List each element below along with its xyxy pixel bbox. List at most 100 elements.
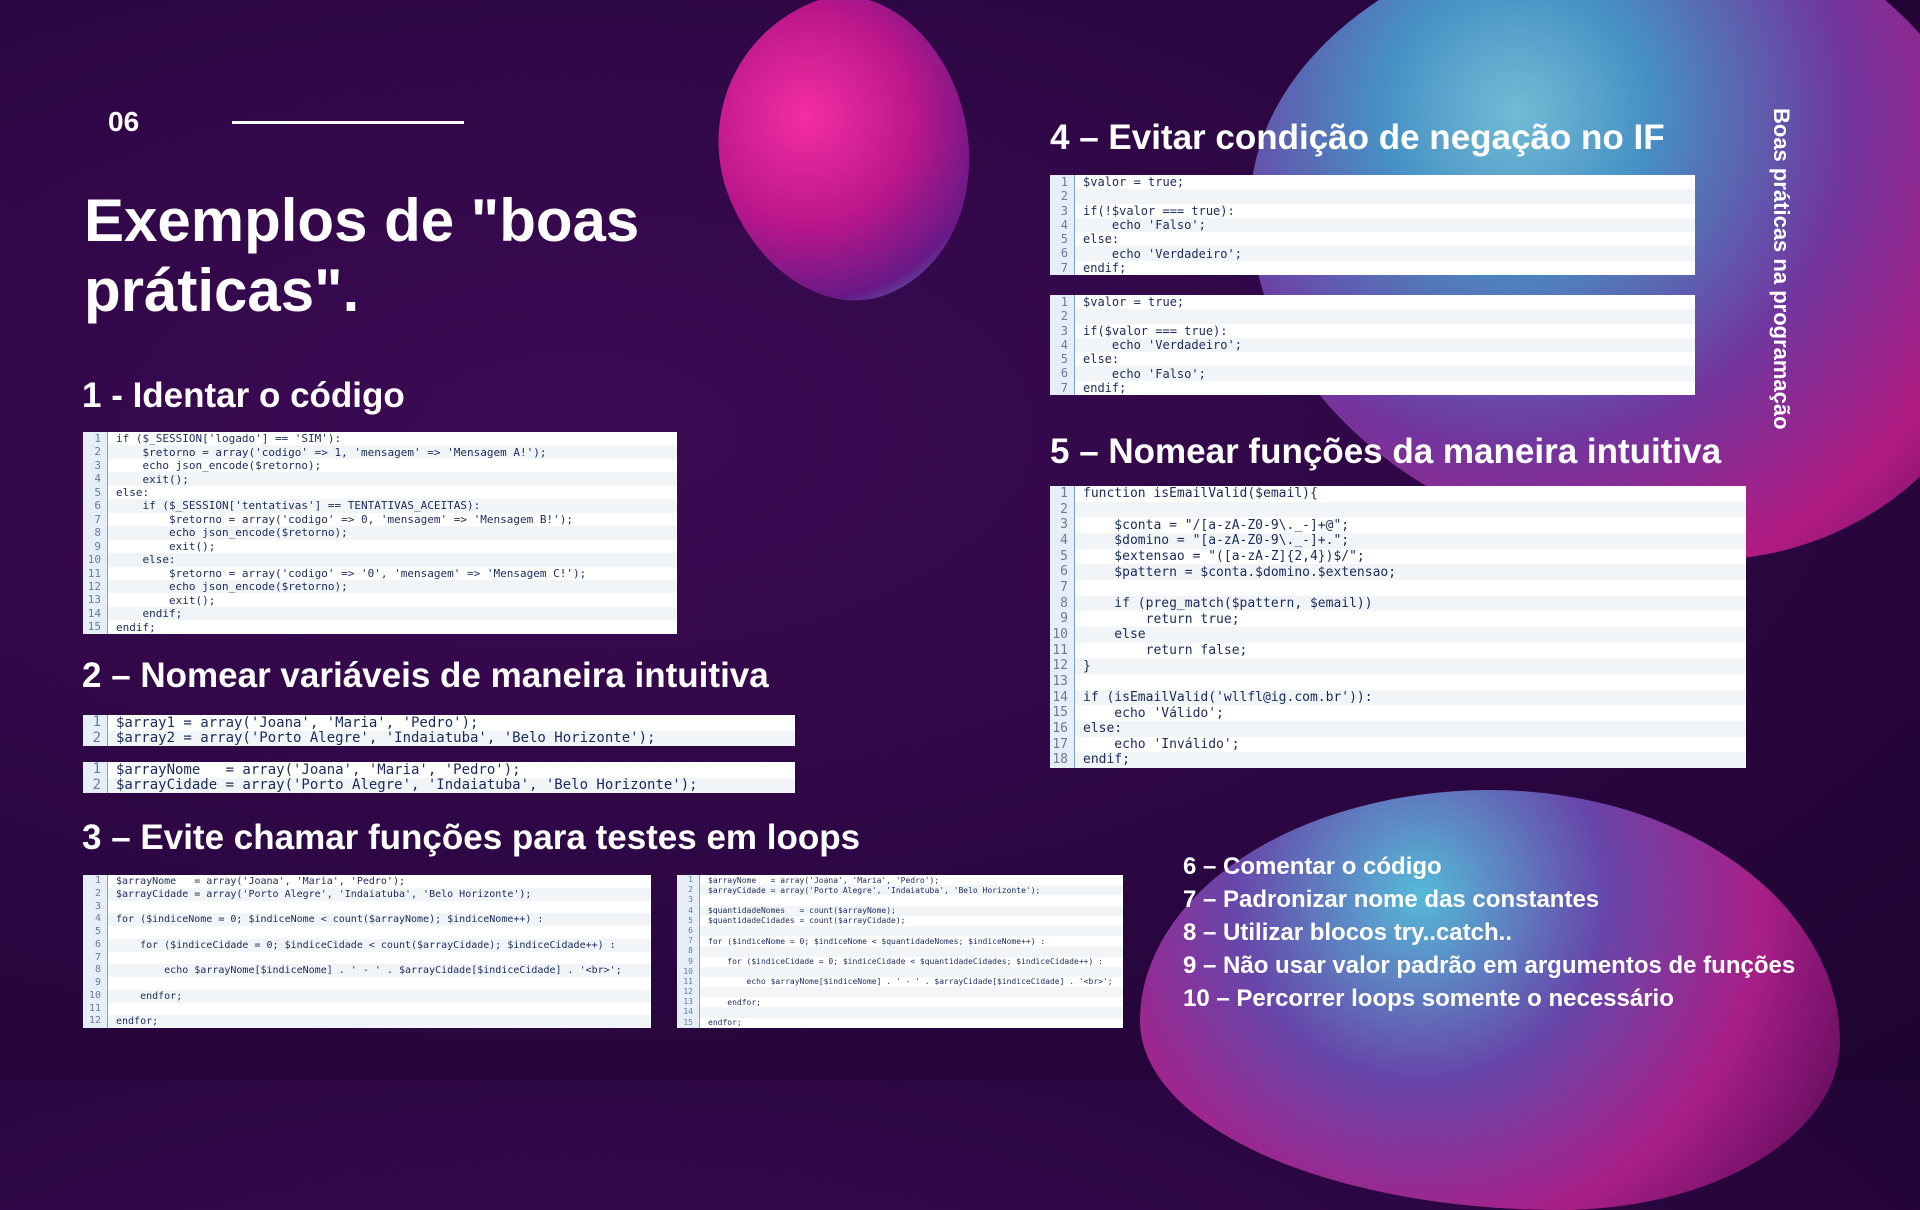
- line-number: 1: [83, 432, 108, 446]
- line-number: 6: [83, 499, 108, 513]
- line-number: 13: [1050, 673, 1075, 690]
- code-line: 8: [677, 946, 1123, 957]
- code-text: $conta = "/[a-zA-Z0-9\._-]+@";: [1083, 517, 1350, 533]
- line-number: 11: [1050, 642, 1075, 659]
- line-number: 5: [83, 926, 108, 939]
- code-line: 12 endfor;: [83, 1015, 651, 1028]
- code-line: 1 $arrayNome = array('Joana', 'Maria', 'P…: [677, 875, 1123, 886]
- code-line: 5 else:: [83, 485, 677, 500]
- line-number: 18: [1050, 752, 1075, 768]
- code-text: }: [1083, 658, 1091, 674]
- code-text: $retorno = array('codigo' => 1, 'mensage…: [116, 445, 547, 459]
- code-line: 6 $pattern = $conta.$domino.$extensao;: [1050, 564, 1746, 580]
- line-number: 15: [677, 1017, 700, 1028]
- line-number: 2: [83, 887, 108, 901]
- line-number: 7: [677, 936, 700, 947]
- code-sample-positive-if: 1 $valor = true; 2 3 if($valor === true): 4 e…: [1050, 295, 1695, 395]
- code-sample-indentation: 1 if ($_SESSION['logado'] == 'SIM'): 2 $re…: [83, 432, 677, 634]
- line-number: 5: [83, 485, 108, 500]
- list-item: 10 – Percorrer loops somente o necessári…: [1183, 985, 1674, 1012]
- line-number: 7: [1050, 380, 1075, 395]
- line-number: 3: [1050, 203, 1075, 218]
- code-text: $arrayCidade = array('Porto Alegre', 'In…: [708, 885, 1041, 895]
- code-text: if ($_SESSION['logado'] == 'SIM'):: [116, 432, 342, 446]
- code-text: echo json_encode($retorno);: [116, 459, 322, 473]
- code-line: 2 $arrayCidade = array('Porto Alegre', 'I…: [83, 777, 795, 793]
- line-number: 5: [1050, 548, 1075, 565]
- code-line: 9 for ($indiceCidade = 0; $indiceCidade …: [677, 956, 1123, 967]
- code-line: 6 echo 'Verdadeiro';: [1050, 246, 1695, 261]
- line-number: 15: [1050, 705, 1075, 721]
- line-number: 14: [83, 606, 108, 621]
- line-number: 10: [83, 553, 108, 567]
- code-sample-negated-if: 1 $valor = true; 2 3 if(!$valor === true): 4 …: [1050, 175, 1695, 275]
- code-line: 2 $retorno = array('codigo' => 1, 'mensa…: [83, 445, 677, 459]
- code-text: $arrayNome = array('Joana', 'Maria', 'Pe…: [116, 762, 521, 778]
- code-line: 1 $valor = true;: [1050, 175, 1695, 190]
- code-line: 8 echo json_encode($retorno);: [83, 526, 677, 540]
- code-text: exit();: [116, 539, 216, 553]
- page-title: Exemplos de "boas práticas".: [84, 187, 640, 324]
- line-number: 8: [83, 964, 108, 977]
- code-line: 10 else:: [83, 553, 677, 567]
- code-text: $retorno = array('codigo' => '0', 'mensa…: [116, 566, 587, 580]
- line-number: 1: [1050, 175, 1075, 190]
- code-line: 14: [677, 1007, 1123, 1018]
- line-number: 2: [1050, 501, 1075, 518]
- line-number: 10: [677, 966, 700, 977]
- code-line: 7 endif;: [1050, 260, 1695, 275]
- code-text: $arrayNome = array('Joana', 'Maria', 'Pe…: [708, 875, 940, 885]
- line-number: 12: [677, 987, 700, 998]
- code-line: 6: [677, 925, 1123, 937]
- code-sample-loop-with-function-calls: 1 $arrayNome = array('Joana', 'Maria', 'P…: [83, 875, 651, 1028]
- list-item: 7 – Padronizar nome das constantes: [1183, 886, 1600, 913]
- line-number: 1: [83, 875, 108, 888]
- line-number: 15: [83, 620, 108, 634]
- code-text: exit();: [116, 593, 216, 607]
- line-number: 9: [1050, 611, 1075, 627]
- line-number: 1: [83, 715, 108, 731]
- code-line: 1 $arrayNome = array('Joana', 'Maria', 'P…: [83, 875, 651, 888]
- line-number: 3: [1050, 323, 1075, 338]
- code-line: 1 $valor = true;: [1050, 295, 1695, 310]
- section-heading-5: 5 – Nomear funções da maneira intuitiva: [1050, 432, 1722, 471]
- line-number: 4: [1050, 337, 1075, 353]
- line-number: 11: [83, 1002, 108, 1016]
- code-sample-intuitive-function-name: 1 function isEmailValid($email){2 3 $conta…: [1050, 486, 1746, 768]
- code-line: 10: [677, 966, 1123, 977]
- code-text: else: [1083, 627, 1146, 643]
- list-item: 8 – Utilizar blocos try..catch..: [1183, 919, 1512, 946]
- code-text: echo 'Falso';: [1083, 366, 1206, 381]
- code-line: 3: [83, 900, 651, 914]
- code-text: for ($indiceCidade = 0; $indiceCidade < …: [708, 957, 1103, 967]
- line-number: 9: [83, 977, 108, 990]
- line-number: 2: [1050, 189, 1075, 204]
- code-text: $valor = true;: [1083, 175, 1185, 190]
- code-line: 7 endif;: [1050, 380, 1695, 395]
- line-number: 9: [677, 956, 700, 967]
- code-line: 4 for ($indiceNome = 0; $indiceNome < cou…: [83, 913, 651, 926]
- slide-number-underline: [232, 121, 464, 124]
- line-number: 13: [83, 593, 108, 607]
- line-number: 3: [677, 895, 700, 906]
- code-text: echo 'Inválido';: [1083, 736, 1240, 752]
- code-line: 15 endfor;: [677, 1017, 1123, 1028]
- code-line: 1 $array1 = array('Joana', 'Maria', 'Pedr…: [83, 715, 795, 731]
- line-number: 7: [1050, 260, 1075, 275]
- line-number: 6: [1050, 564, 1075, 580]
- code-text: $valor = true;: [1083, 295, 1185, 310]
- code-line: 1 $arrayNome = array('Joana', 'Maria', 'P…: [83, 762, 795, 778]
- code-line: 14 endif;: [83, 606, 677, 621]
- code-line: 7 for ($indiceNome = 0; $indiceNome < $qu…: [677, 936, 1123, 947]
- code-text: return true;: [1083, 611, 1240, 627]
- line-number: 12: [83, 579, 108, 594]
- code-line: 10 else: [1050, 626, 1746, 643]
- line-number: 3: [83, 458, 108, 473]
- line-number: 16: [1050, 720, 1075, 737]
- section-heading-1: 1 - Identar o código: [82, 376, 405, 415]
- code-text: endfor;: [708, 1018, 742, 1028]
- line-number: 2: [83, 445, 108, 459]
- line-number: 7: [83, 951, 108, 965]
- code-line: 2: [1050, 189, 1695, 204]
- line-number: 13: [677, 997, 700, 1008]
